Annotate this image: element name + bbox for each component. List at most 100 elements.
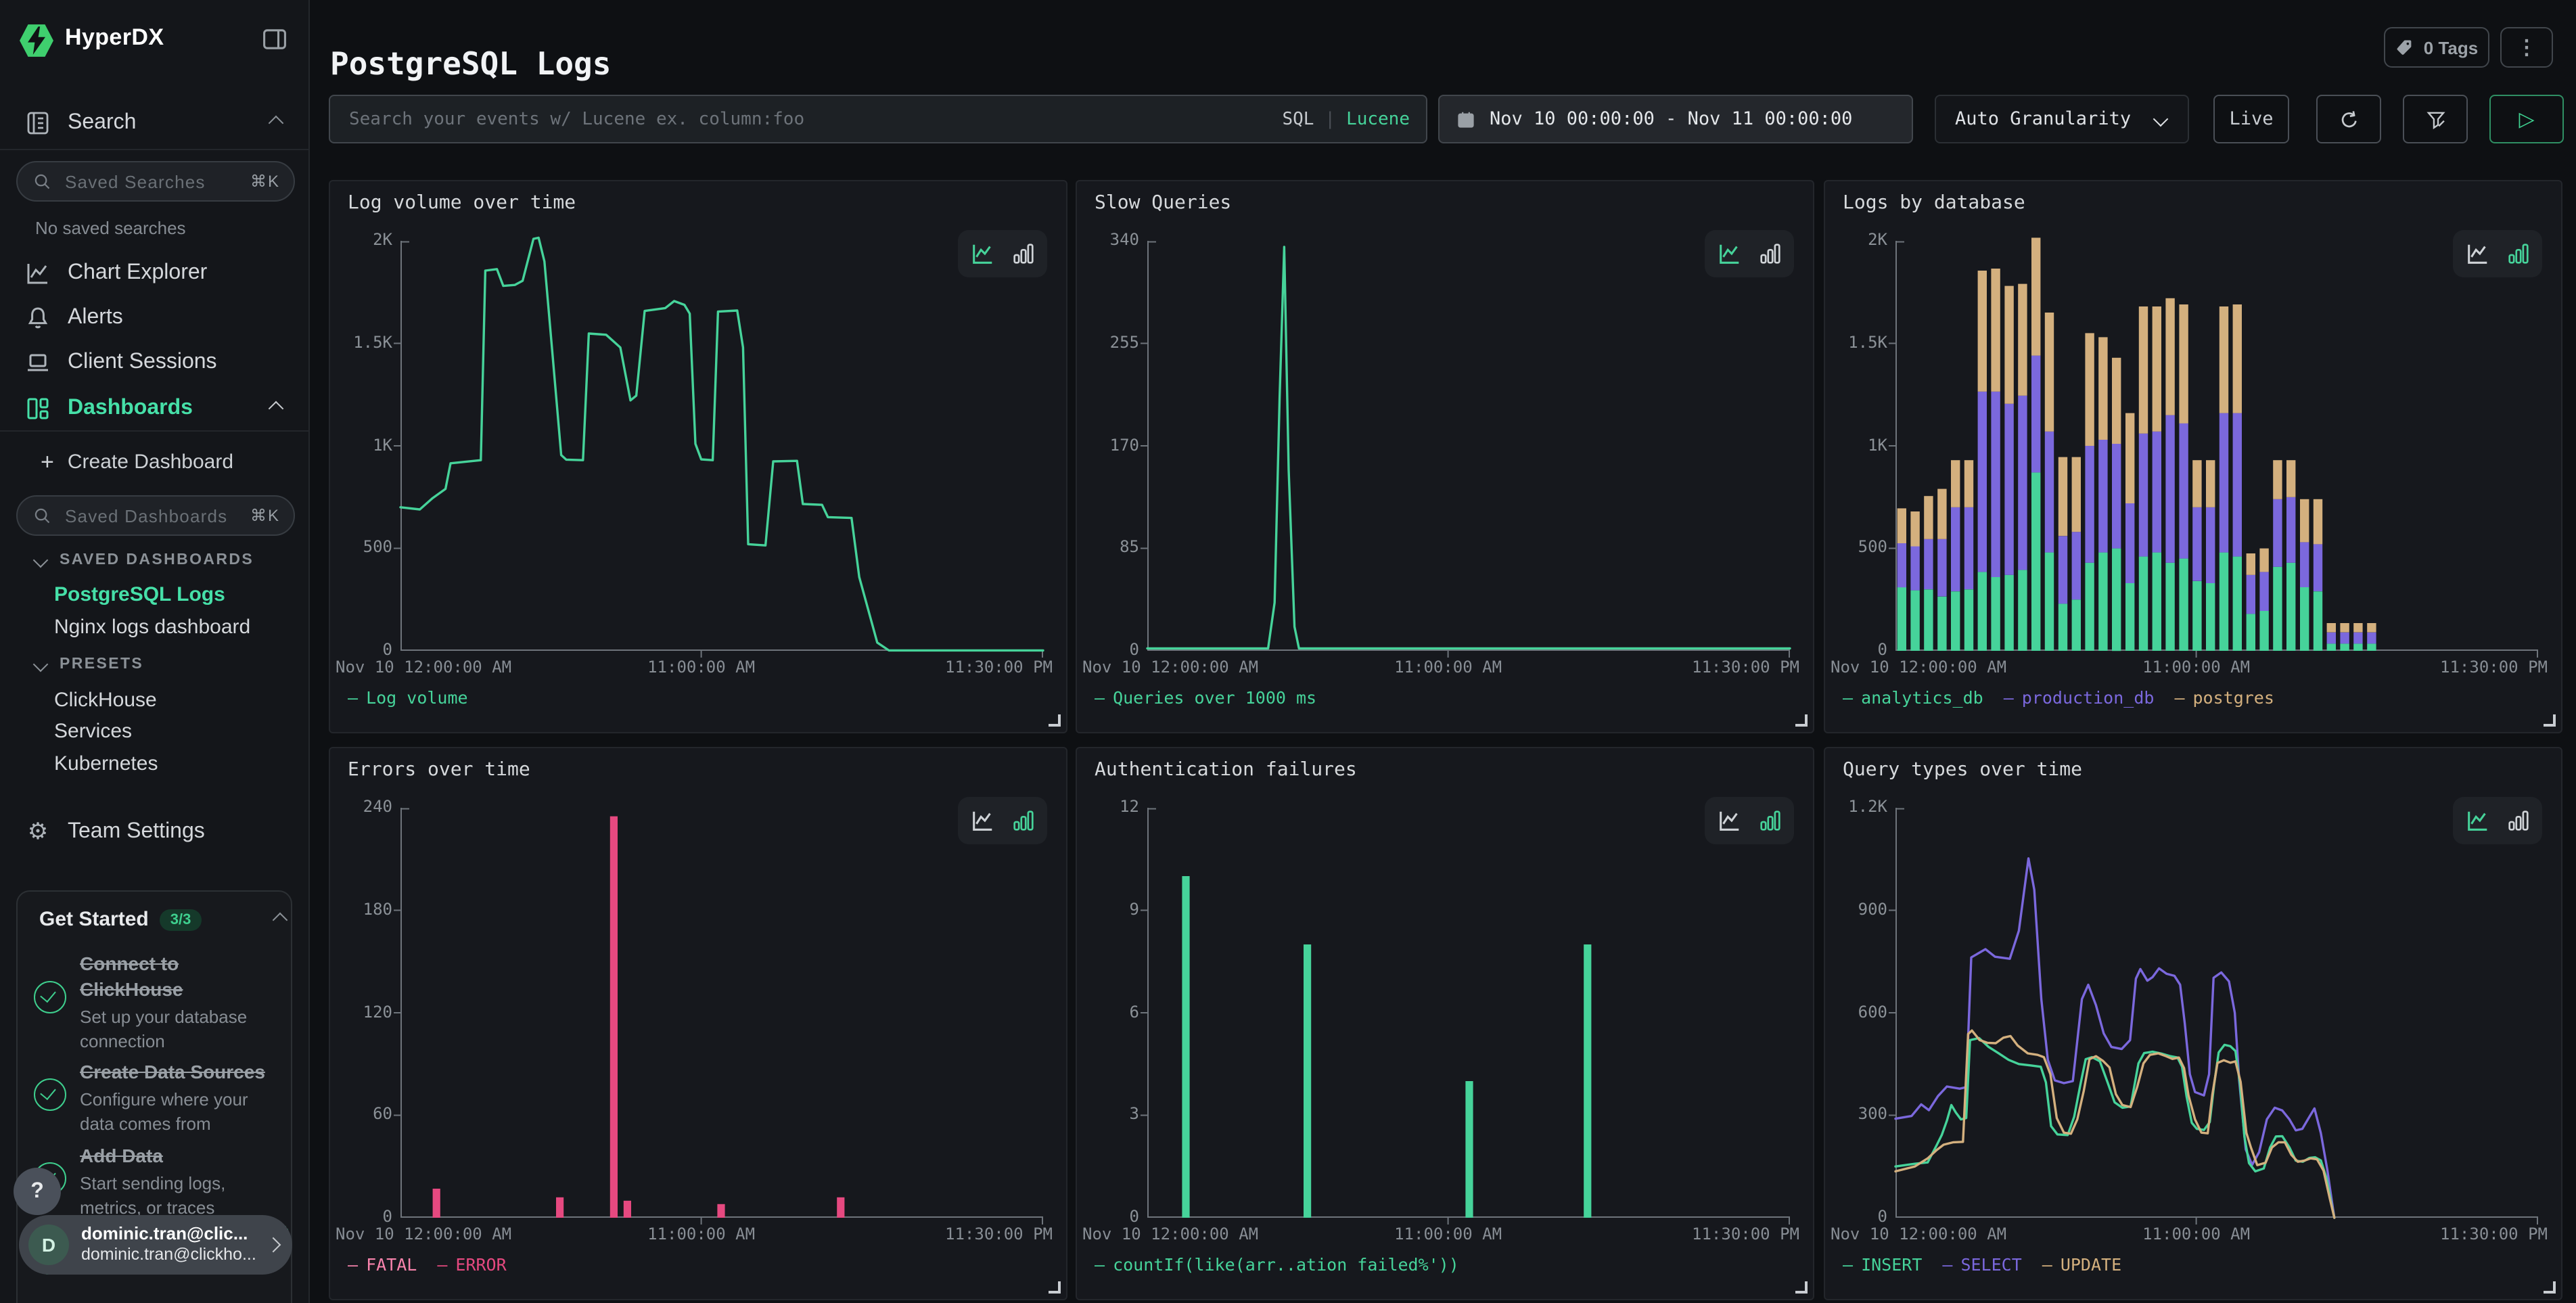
legend-item: —countIf(like(arr..ation failed%')): [1095, 1254, 1459, 1275]
legend-item: —postgres: [2174, 687, 2274, 708]
sidebar-item-label: Search: [68, 111, 136, 135]
plot-area: [400, 241, 1043, 651]
y-axis-tick-label: 0: [1077, 640, 1139, 659]
saved-dashboards-section-header[interactable]: SAVED DASHBOARDS: [35, 552, 254, 568]
saved-searches-search[interactable]: ⌘K: [16, 161, 295, 202]
event-search-input[interactable]: [346, 108, 1282, 131]
y-axis-tick-label: 900: [1825, 900, 1887, 919]
saved-dashboards-search[interactable]: ⌘K: [16, 495, 295, 536]
refresh-button[interactable]: [2316, 95, 2381, 143]
y-axis-tick-label: 500: [1825, 538, 1887, 557]
sidebar-item-alerts[interactable]: Alerts: [0, 298, 308, 338]
legend-label: Log volume: [366, 687, 468, 708]
sidebar-dashboard-nginx-logs[interactable]: Nginx logs dashboard: [54, 616, 250, 639]
sidebar-item-search[interactable]: Search: [0, 103, 308, 143]
legend-swatch: —: [1942, 1254, 1952, 1275]
chevron-right-icon: [266, 1237, 281, 1253]
lucene-mode-button[interactable]: Lucene: [1346, 109, 1410, 129]
main-content: PostgreSQL Logs 0 Tags ⋮ SQL | Lucene No…: [308, 0, 2576, 1303]
chart-title: Authentication failures: [1095, 759, 1357, 781]
chart-title: Slow Queries: [1095, 192, 1231, 214]
chart-legend: —analytics_db—production_db—postgres: [1843, 687, 2274, 708]
sidebar-preset-kubernetes[interactable]: Kubernetes: [54, 752, 158, 775]
user-email: dominic.tran@clickho...: [81, 1245, 257, 1266]
sql-mode-button[interactable]: SQL: [1282, 109, 1314, 129]
y-axis-tick-label: 1.5K: [330, 333, 392, 352]
chevron-up-icon[interactable]: [269, 116, 284, 131]
saved-dashboards-input[interactable]: [62, 504, 230, 527]
x-axis-tick-label: 11:00:00 AM: [647, 1225, 755, 1243]
sidebar-item-team-settings[interactable]: ⚙ Team Settings: [0, 812, 308, 852]
resize-handle[interactable]: [1795, 1281, 1808, 1294]
saved-searches-input[interactable]: [62, 170, 230, 193]
get-started-item: Create Data Sources Configure where your…: [34, 1059, 277, 1135]
y-axis-tick-label: 120: [330, 1002, 392, 1021]
sidebar: HyperDX Search ⌘K No saved searches Char…: [0, 0, 310, 1303]
legend-item: —Queries over 1000 ms: [1095, 687, 1316, 708]
resize-handle[interactable]: [2544, 1281, 2556, 1294]
collapse-sidebar-icon[interactable]: [260, 24, 290, 54]
create-dashboard-label: Create Dashboard: [68, 450, 233, 473]
live-button[interactable]: Live: [2213, 95, 2289, 143]
sidebar-item-chart-explorer[interactable]: Chart Explorer: [0, 253, 308, 294]
resize-handle[interactable]: [2544, 714, 2556, 727]
date-range-picker[interactable]: Nov 10 00:00:00 - Nov 11 00:00:00: [1438, 95, 1913, 143]
filter-edit-icon: [2424, 108, 2447, 131]
chart-card-slow-queries: Slow Queries 340255170850Nov 10 12:00:00…: [1076, 180, 1814, 733]
filter-button[interactable]: [2403, 95, 2468, 143]
legend-label: Queries over 1000 ms: [1113, 687, 1316, 708]
get-started-progress-badge: 3/3: [160, 909, 202, 930]
play-icon: ▷: [2518, 107, 2534, 131]
panel-menu-button[interactable]: ⋮: [2500, 27, 2553, 68]
plot-area: [400, 808, 1043, 1218]
legend-swatch: —: [1843, 1254, 1853, 1275]
hyperdx-app: HyperDX Search ⌘K No saved searches Char…: [0, 0, 2576, 1303]
plot-area: [1147, 808, 1790, 1218]
chart-card-query-types: Query types over time 1.2K9006003000Nov …: [1824, 747, 2562, 1300]
check-circle-icon: [34, 981, 66, 1013]
sidebar-item-client-sessions[interactable]: Client Sessions: [0, 342, 308, 383]
resize-handle[interactable]: [1795, 714, 1808, 727]
question-mark-icon: ?: [30, 1179, 44, 1204]
run-query-button[interactable]: ▷: [2489, 95, 2564, 143]
tags-button[interactable]: 0 Tags: [2384, 27, 2489, 68]
presets-section-header[interactable]: PRESETS: [35, 656, 143, 672]
chevron-down-icon: [2153, 112, 2169, 127]
search-icon: [32, 172, 51, 191]
bell-icon: [24, 304, 51, 332]
user-name: dominic.tran@clic...: [81, 1223, 257, 1245]
legend-label: analytics_db: [1861, 687, 1983, 708]
legend-item: —SELECT: [1942, 1254, 2021, 1275]
sidebar-preset-services[interactable]: Services: [54, 720, 132, 743]
granularity-select[interactable]: Auto Granularity: [1935, 95, 2189, 143]
sidebar-dashboard-postgresql-logs[interactable]: PostgreSQL Logs: [54, 583, 225, 606]
section-label: SAVED DASHBOARDS: [60, 552, 254, 568]
no-saved-searches-text: No saved searches: [35, 218, 186, 238]
x-axis-tick-label: 11:30:00 PM: [945, 658, 1053, 677]
resize-handle[interactable]: [1049, 714, 1061, 727]
y-axis-tick-label: 2K: [1825, 230, 1887, 249]
user-menu[interactable]: D dominic.tran@clic... dominic.tran@clic…: [19, 1215, 292, 1275]
sidebar-item-dashboards[interactable]: Dashboards: [0, 388, 308, 429]
legend-item: —UPDATE: [2042, 1254, 2121, 1275]
chart-legend: —Queries over 1000 ms: [1095, 687, 1316, 708]
chevron-up-icon[interactable]: [269, 401, 284, 417]
x-axis-tick-label: Nov 10 12:00:00 AM: [336, 658, 511, 677]
shortcut-badge: ⌘K: [250, 172, 280, 191]
y-axis-tick-label: 0: [1825, 1207, 1887, 1226]
help-button[interactable]: ?: [14, 1168, 61, 1215]
resize-handle[interactable]: [1049, 1281, 1061, 1294]
sidebar-preset-clickhouse[interactable]: ClickHouse: [54, 689, 157, 712]
chevron-down-icon: [33, 553, 49, 568]
create-dashboard-button[interactable]: + Create Dashboard: [0, 444, 308, 479]
chevron-up-icon[interactable]: [273, 912, 288, 928]
laptop-icon: [24, 349, 51, 376]
legend-swatch: —: [2042, 1254, 2052, 1275]
legend-item: —analytics_db: [1843, 687, 1983, 708]
y-axis-tick-label: 1.5K: [1825, 333, 1887, 352]
get-started-item: Connect to ClickHouse Set up your databa…: [34, 951, 277, 1053]
y-axis-tick-label: 300: [1825, 1105, 1887, 1124]
x-axis-tick-label: Nov 10 12:00:00 AM: [336, 1225, 511, 1243]
legend-swatch: —: [2004, 687, 2014, 708]
legend-label: ERROR: [455, 1254, 506, 1275]
